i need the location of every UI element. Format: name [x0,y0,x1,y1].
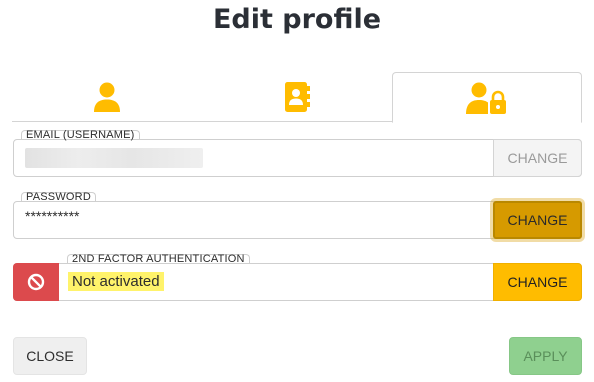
two-factor-status-text: Not activated [68,272,164,291]
email-field: EMAIL (USERNAME) CHANGE [13,129,582,177]
password-value: ********** [25,208,80,224]
change-password-button[interactable]: CHANGE [493,201,582,239]
tab-bar [12,72,582,123]
page-title: Edit profile [212,4,382,35]
two-factor-legend: 2ND FACTOR AUTHENTICATION [67,253,250,265]
tab-contact[interactable] [202,72,392,122]
email-legend: EMAIL (USERNAME) [21,129,140,141]
user-lock-icon [466,82,506,114]
ban-icon [27,273,45,291]
password-legend: PASSWORD [21,191,96,203]
change-email-button[interactable]: CHANGE [493,139,582,177]
apply-button[interactable]: APPLY [509,337,582,375]
user-icon [94,82,120,112]
two-factor-field: 2ND FACTOR AUTHENTICATION Not activated … [13,253,582,301]
email-value-obscured [25,148,203,168]
change-two-factor-button[interactable]: CHANGE [493,263,582,301]
tab-security[interactable] [392,72,582,123]
address-book-icon [285,82,310,112]
password-field: PASSWORD ********** CHANGE [13,191,582,239]
two-factor-value: Not activated [68,272,164,291]
close-button[interactable]: CLOSE [13,337,87,375]
tab-user[interactable] [12,72,202,122]
two-factor-status [13,263,59,301]
